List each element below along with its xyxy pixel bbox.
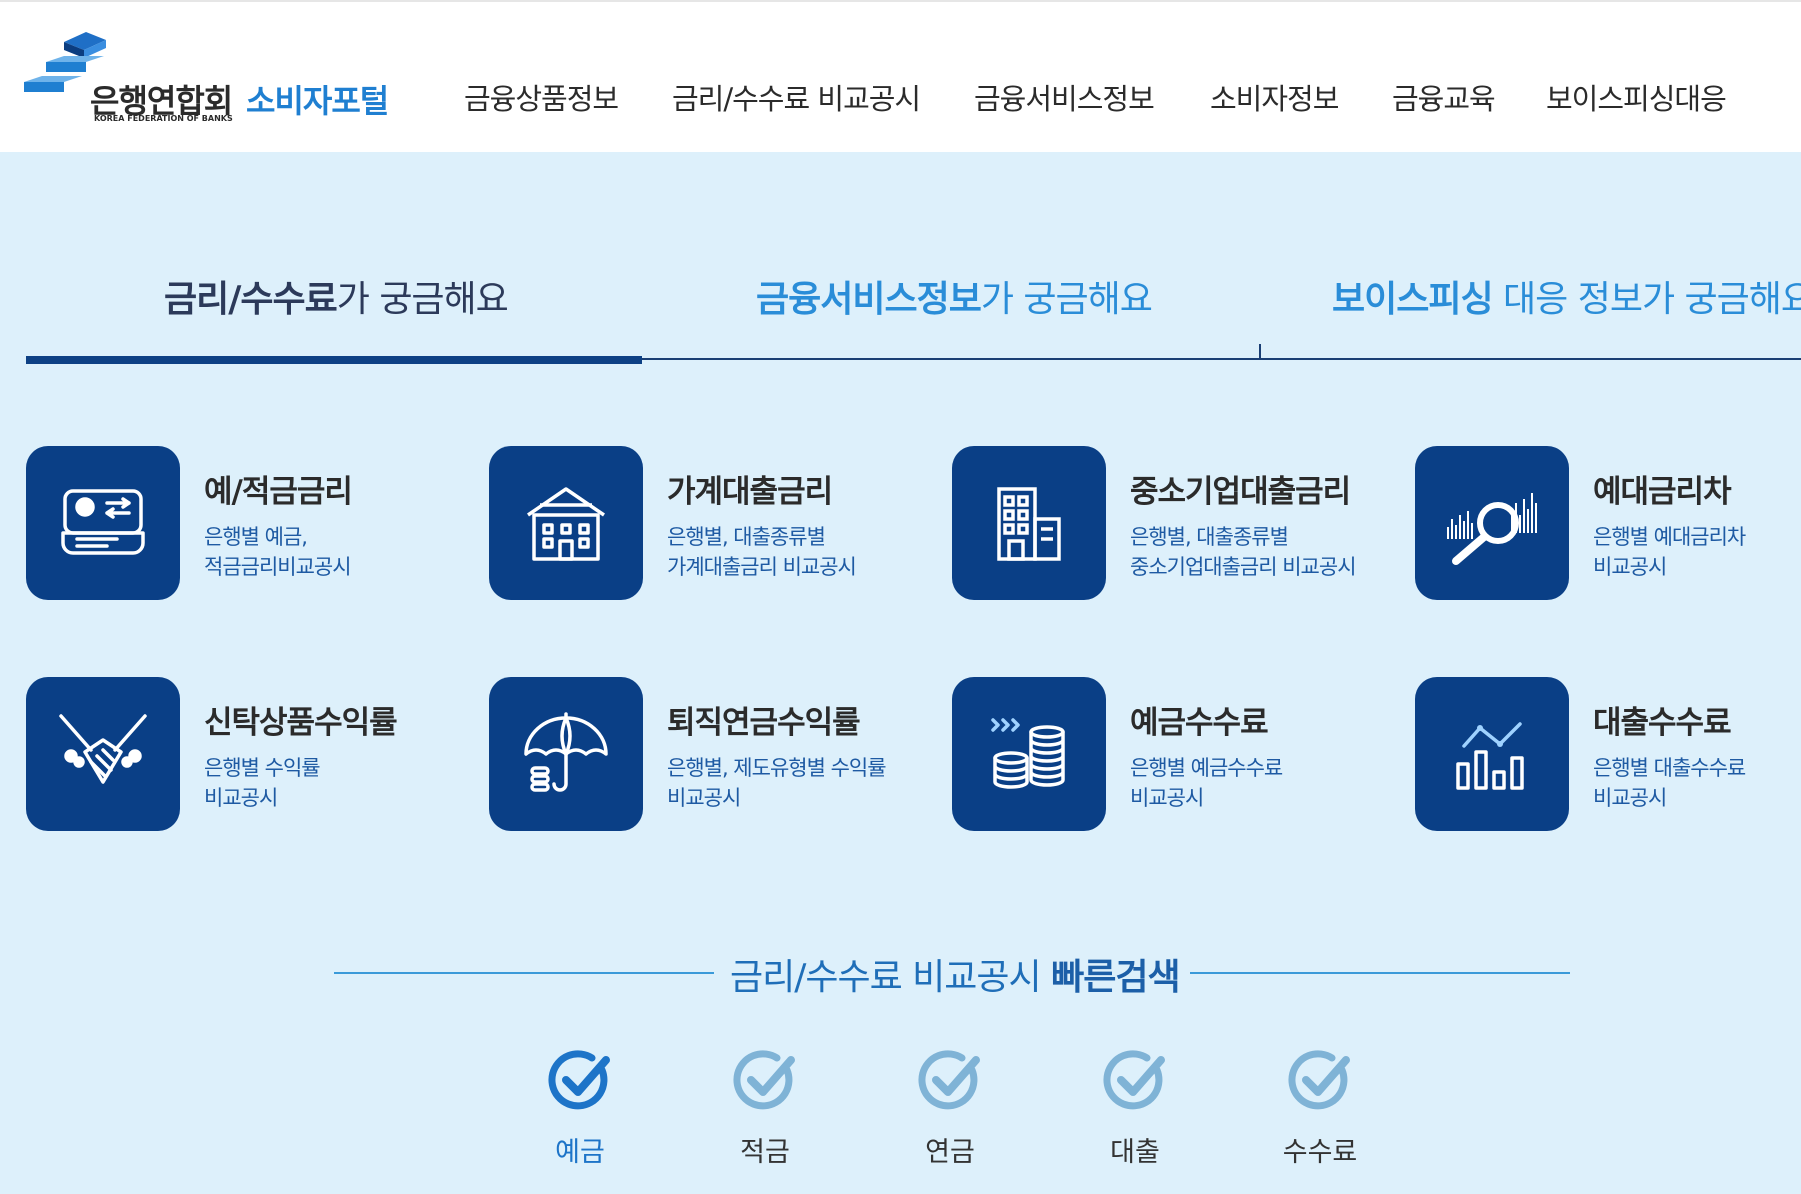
check-circle-icon [733, 1050, 795, 1110]
card-title: 예대금리차 [1593, 474, 1732, 510]
card-desc-line: 비교공시 [1593, 786, 1667, 810]
tab-rates-fees[interactable]: 금리/수수료가 궁금해요 [164, 270, 509, 322]
tab-label-rest: 가 궁금해요 [336, 279, 509, 320]
quick-search-title: 금리/수수료 비교공시 빠른검색 [730, 948, 1181, 1000]
card-title: 가계대출금리 [667, 474, 833, 510]
card-desc-line: 은행별 예금수수료 [1130, 756, 1283, 780]
tab-label-rest: 가 궁금해요 [980, 279, 1153, 320]
quick-search-label: 적금 [740, 1137, 790, 1168]
card-title: 퇴직연금수익률 [667, 705, 861, 741]
card-description: 은행별 예금수수료비교공시 [1130, 753, 1283, 813]
nav-item-voice-phishing[interactable]: 보이스피싱대응 [1546, 76, 1727, 118]
tab-label-bold: 보이스피싱 [1332, 279, 1494, 320]
card-desc-line: 은행별, 대출종류별 [1130, 525, 1289, 549]
tab-separator [1259, 344, 1261, 360]
card-description: 은행별 대출수수료비교공시 [1593, 753, 1746, 813]
house-icon [489, 446, 643, 600]
card-desc-line: 은행별 대출수수료 [1593, 756, 1746, 780]
quick-search-title-normal: 금리/수수료 비교공시 [730, 957, 1052, 998]
check-circle-icon [918, 1050, 980, 1110]
card-desc-line: 은행별 예금, [204, 525, 308, 549]
quick-search-label: 대출 [1110, 1137, 1160, 1168]
logo-org-name-en: KOREA FEDERATION OF BANKS [94, 114, 233, 123]
card-description: 은행별 수익률비교공시 [204, 753, 321, 813]
card-desc-line: 가계대출금리 비교공시 [667, 555, 857, 579]
card-desc-line: 비교공시 [667, 786, 741, 810]
card-deposit-fees[interactable]: 예금수수료 은행별 예금수수료비교공시 [952, 677, 1412, 837]
umbrella-icon [489, 677, 643, 831]
building-icon [952, 446, 1106, 600]
card-description: 은행별 예금, 적금금리비교공시 [204, 522, 352, 582]
card-title: 예/적금금리 [204, 474, 353, 510]
site-logo[interactable]: 은행연합회 KOREA FEDERATION OF BANKS 소비자포털 [24, 32, 414, 132]
card-loan-fees[interactable]: 대출수수료 은행별 대출수수료비교공시 [1415, 677, 1801, 837]
main-nav: 금융상품정보 금리/수수료 비교공시 금융서비스정보 소비자정보 금융교육 보이… [440, 76, 1780, 124]
card-desc-line: 비교공시 [204, 786, 278, 810]
card-desc-line: 은행별, 제도유형별 수익률 [667, 756, 887, 780]
card-title: 예금수수료 [1130, 705, 1269, 741]
card-desc-line: 은행별, 대출종류별 [667, 525, 826, 549]
quick-search-label: 예금 [555, 1137, 605, 1168]
nav-item-services[interactable]: 금융서비스정보 [974, 76, 1155, 118]
card-deposit-loan-spread[interactable]: 예대금리차 은행별 예대금리차비교공시 [1415, 446, 1801, 606]
card-trust-returns[interactable]: 신탁상품수익률 은행별 수익률비교공시 [26, 677, 486, 837]
card-deposit-rates[interactable]: 예/적금금리 은행별 예금, 적금금리비교공시 [26, 446, 486, 606]
divider [334, 972, 714, 974]
bar-chart-icon [1415, 677, 1569, 831]
quick-search-savings[interactable]: 적금 [715, 1048, 815, 1178]
quick-search-heading: 금리/수수료 비교공시 빠른검색 [334, 948, 1570, 998]
nav-item-rate-compare[interactable]: 금리/수수료 비교공시 [672, 76, 921, 118]
quick-search-deposit[interactable]: 예금 [530, 1048, 630, 1178]
card-desc-line: 은행별 수익률 [204, 756, 321, 780]
card-household-loan-rates[interactable]: 가계대출금리 은행별, 대출종류별가계대출금리 비교공시 [489, 446, 949, 606]
savings-card-icon [26, 446, 180, 600]
card-description: 은행별, 대출종류별중소기업대출금리 비교공시 [1130, 522, 1357, 582]
quick-search-title-bold: 빠른검색 [1051, 957, 1180, 998]
divider [1190, 972, 1570, 974]
tab-label-bold: 금리/수수료 [164, 279, 338, 320]
card-title: 중소기업대출금리 [1130, 474, 1351, 510]
site-header: 은행연합회 KOREA FEDERATION OF BANKS 소비자포털 금융… [0, 0, 1801, 152]
card-desc-line: 비교공시 [1130, 786, 1204, 810]
tab-voice-phishing[interactable]: 보이스피싱 대응 정보가 궁금해요 [1332, 270, 1801, 322]
topic-tabs: 금리/수수료가 궁금해요 금융서비스정보가 궁금해요 보이스피싱 대응 정보가 … [0, 240, 1801, 370]
card-desc-line: 비교공시 [1593, 555, 1667, 579]
quick-search-label: 연금 [925, 1137, 975, 1168]
magnifier-chart-icon [1415, 446, 1569, 600]
handshake-icon [26, 677, 180, 831]
nav-item-education[interactable]: 금융교육 [1392, 76, 1496, 118]
tab-label-rest: 대응 정보가 궁금해요 [1492, 279, 1801, 320]
quick-search-pension[interactable]: 연금 [900, 1048, 1000, 1178]
tab-active-indicator [26, 356, 642, 364]
quick-search-loan[interactable]: 대출 [1085, 1048, 1185, 1178]
card-desc-line: 은행별 예대금리차 [1593, 525, 1746, 549]
tab-label-bold: 금융서비스정보 [756, 279, 982, 320]
nav-item-consumer[interactable]: 소비자정보 [1210, 76, 1339, 118]
tab-financial-services[interactable]: 금융서비스정보가 궁금해요 [756, 270, 1153, 322]
logo-portal-name: 소비자포털 [246, 82, 389, 120]
card-desc-line: 적금금리비교공시 [204, 555, 352, 579]
card-desc-line: 중소기업대출금리 비교공시 [1130, 555, 1357, 579]
check-circle-icon [548, 1050, 610, 1110]
check-circle-icon [1103, 1050, 1165, 1110]
card-description: 은행별 예대금리차비교공시 [1593, 522, 1746, 582]
card-description: 은행별, 제도유형별 수익률비교공시 [667, 753, 887, 813]
card-title: 신탁상품수익률 [204, 705, 398, 741]
card-pension-returns[interactable]: 퇴직연금수익률 은행별, 제도유형별 수익률비교공시 [489, 677, 949, 837]
coins-icon [952, 677, 1106, 831]
nav-item-products[interactable]: 금융상품정보 [464, 76, 619, 118]
card-sme-loan-rates[interactable]: 중소기업대출금리 은행별, 대출종류별중소기업대출금리 비교공시 [952, 446, 1412, 606]
quick-search-label: 수수료 [1282, 1137, 1358, 1168]
card-description: 은행별, 대출종류별가계대출금리 비교공시 [667, 522, 857, 582]
card-title: 대출수수료 [1593, 705, 1732, 741]
quick-search-fees[interactable]: 수수료 [1270, 1048, 1370, 1178]
check-circle-icon [1288, 1050, 1350, 1110]
